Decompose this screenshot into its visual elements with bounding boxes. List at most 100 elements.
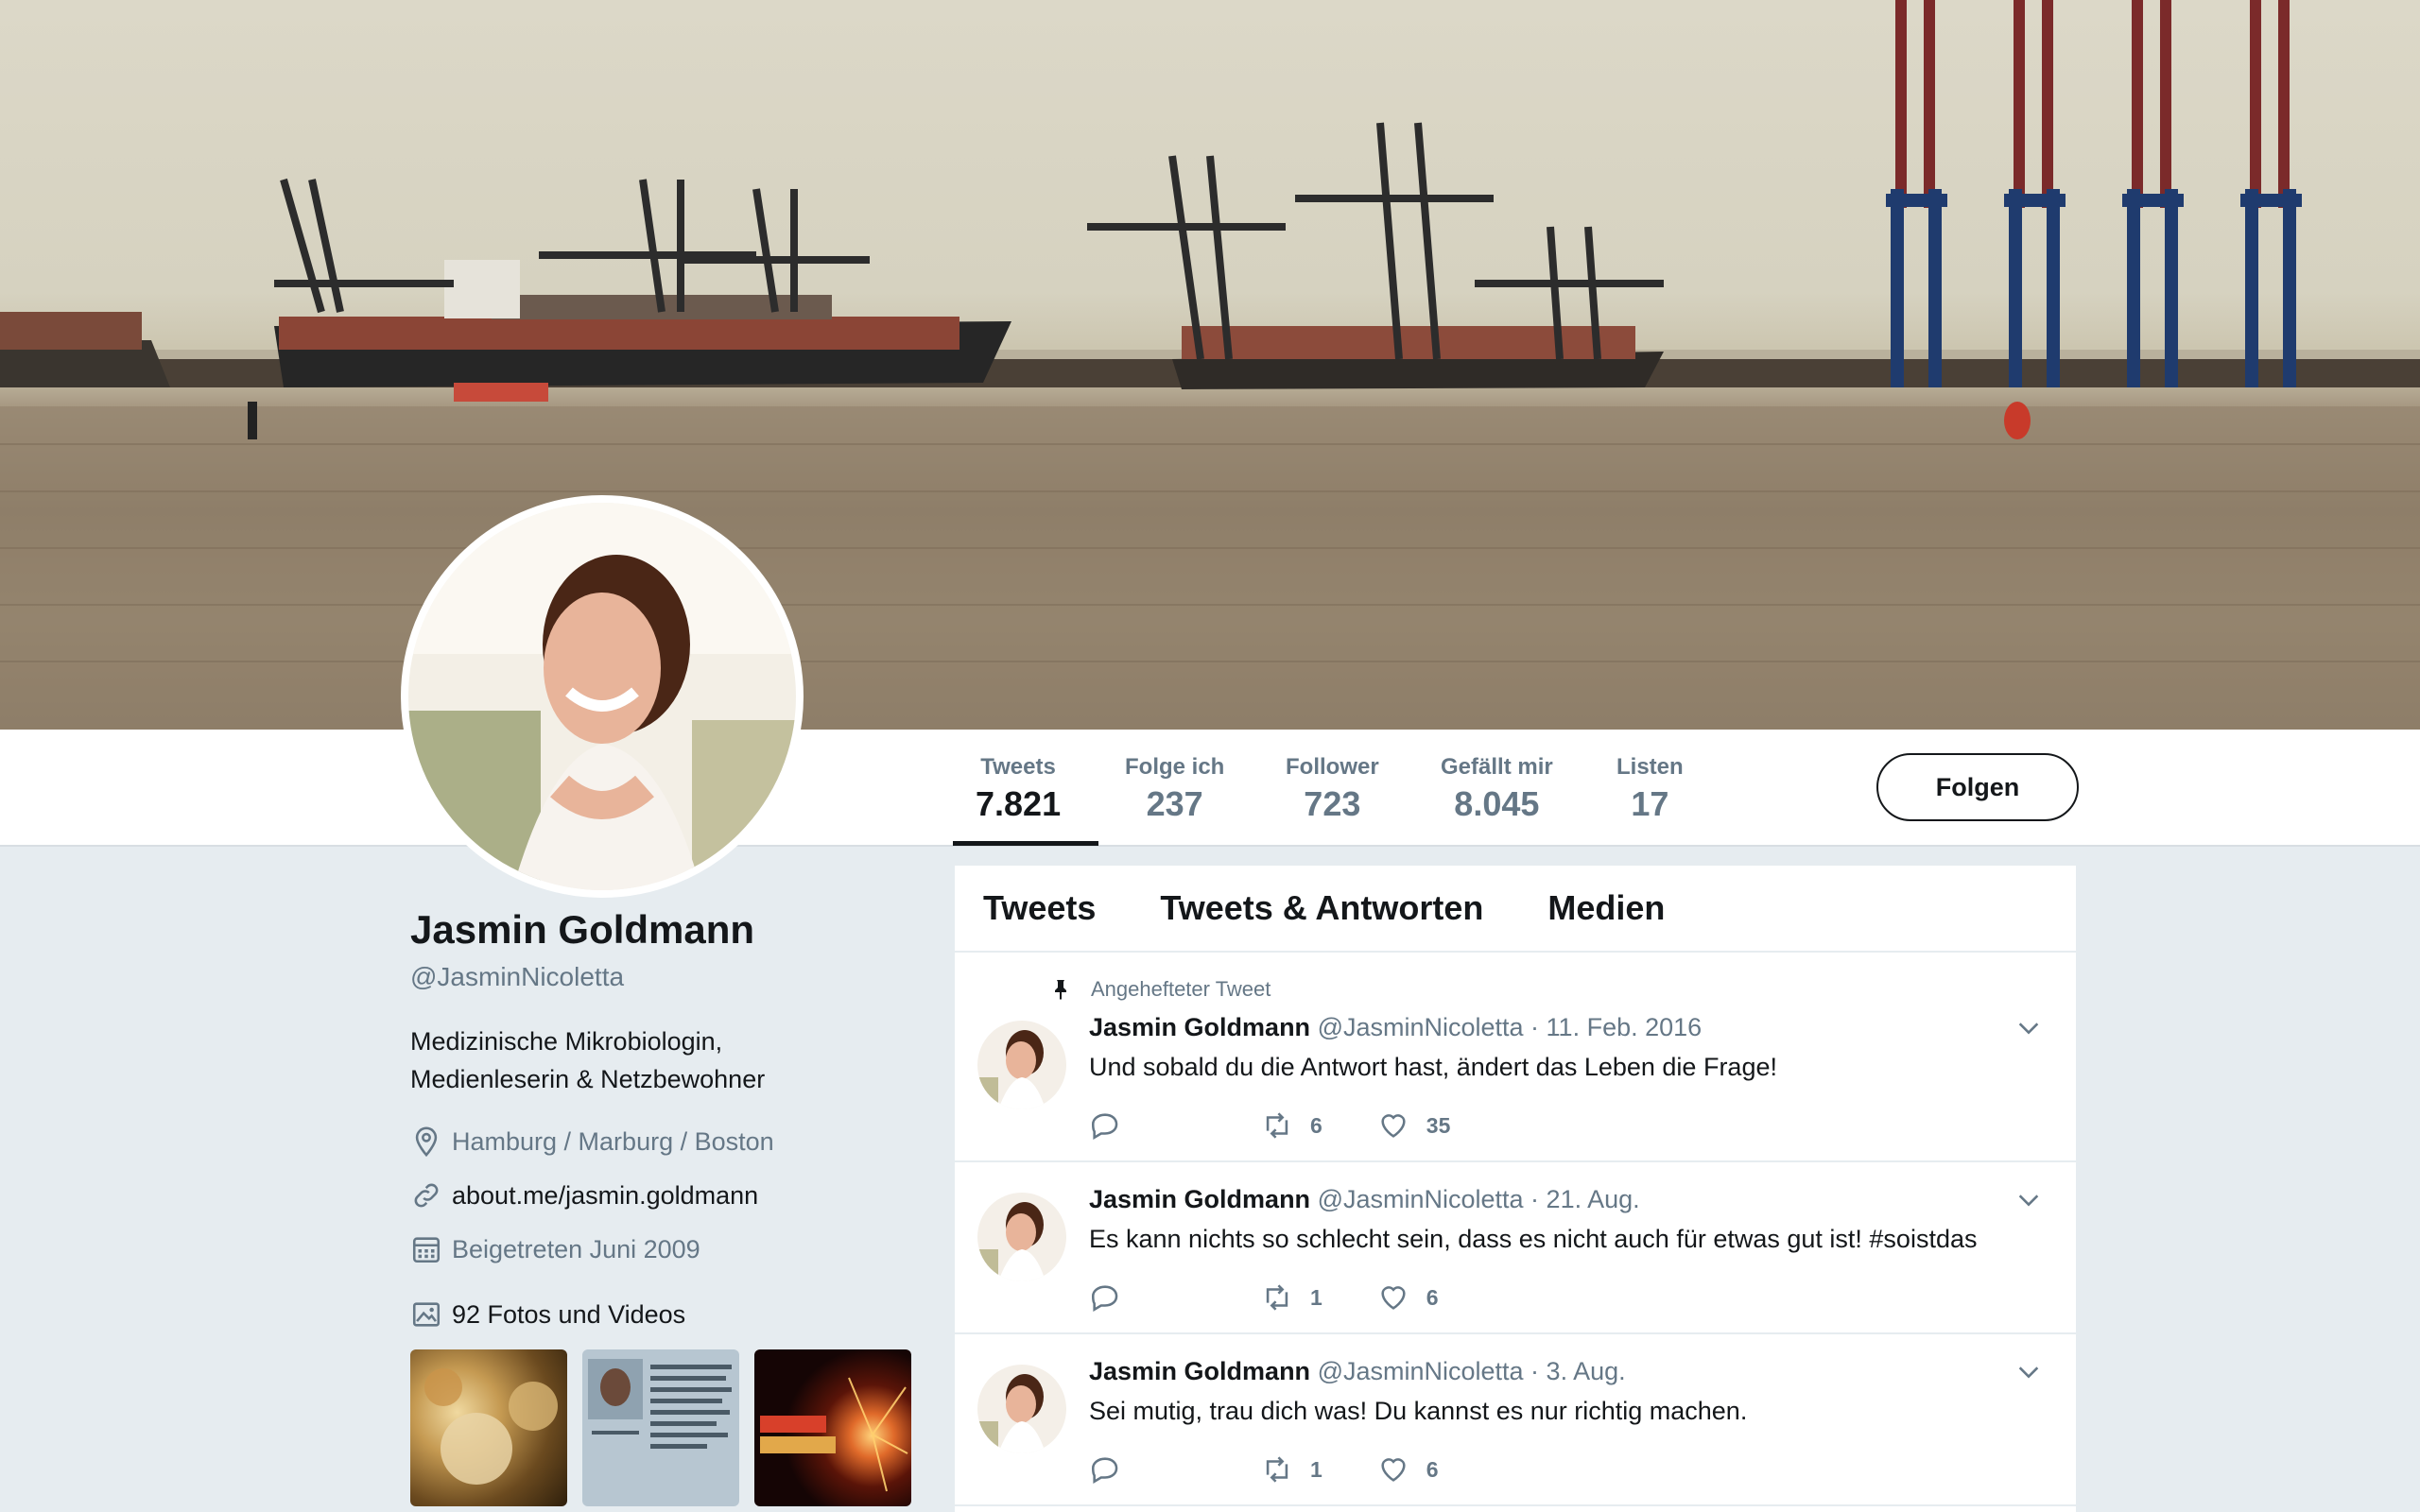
stat-label: Folge ich xyxy=(1125,754,1225,780)
media-thumbnail[interactable] xyxy=(410,1349,567,1506)
stat-lists[interactable]: Listen 17 xyxy=(1616,754,1684,824)
retweet-button[interactable]: 6 xyxy=(1261,1109,1322,1142)
tweet[interactable]: Jasmin Goldmann @JasminNicoletta · 21. A… xyxy=(955,1162,2076,1334)
tweet-avatar[interactable] xyxy=(977,1021,1066,1109)
harbor-illustration xyxy=(0,0,2420,730)
tweet-actions: 6 35 xyxy=(1089,1109,1505,1142)
retweet-button[interactable]: 1 xyxy=(1261,1453,1322,1486)
follow-button[interactable]: Folgen xyxy=(1876,753,2079,821)
heart-icon xyxy=(1381,1458,1406,1482)
stat-following[interactable]: Folge ich 237 xyxy=(1125,754,1224,824)
retweet-icon xyxy=(1266,1112,1288,1139)
tab-tweets-and-replies[interactable]: Tweets & Antworten xyxy=(1160,888,1483,928)
chevron-down-icon[interactable] xyxy=(2015,1359,2042,1385)
like-button[interactable]: 6 xyxy=(1377,1453,1439,1486)
stat-likes[interactable]: Gefällt mir 8.045 xyxy=(1441,754,1553,824)
stat-label: Follower xyxy=(1286,754,1379,780)
reply-button[interactable] xyxy=(1089,1453,1138,1486)
avatar-photo xyxy=(408,503,796,890)
stat-label: Listen xyxy=(1616,754,1684,780)
media-thumbnails xyxy=(410,1349,940,1506)
tweet-text: Es kann nichts so schlecht sein, dass es… xyxy=(1089,1225,1978,1253)
like-button[interactable]: 35 xyxy=(1377,1109,1451,1142)
tweet-header: Jasmin Goldmann @JasminNicoletta · 3. Au… xyxy=(1089,1357,1626,1386)
website-link[interactable]: about.me/jasmin.goldmann xyxy=(452,1181,758,1211)
reply-button[interactable] xyxy=(1089,1281,1138,1314)
reply-button[interactable] xyxy=(1089,1109,1138,1142)
profile-location: Hamburg / Marburg / Boston xyxy=(410,1125,940,1159)
tweet[interactable]: Jasmin Goldmann @JasminNicoletta · 3. Au… xyxy=(955,1334,2076,1506)
location-pin-icon xyxy=(415,1126,438,1158)
profile-nav: Tweets 7.821 Folge ich 237 Follower 723 … xyxy=(0,730,2420,847)
pinned-label: Angehefteter Tweet xyxy=(1091,977,1271,1001)
heart-icon xyxy=(1381,1114,1406,1138)
tweet-avatar-photo xyxy=(977,1030,1046,1109)
retweet-count: 6 xyxy=(1310,1112,1322,1138)
pin-icon xyxy=(1055,980,1066,1000)
tab-media[interactable]: Medien xyxy=(1547,888,1665,928)
tweet-author-name[interactable]: Jasmin Goldmann xyxy=(1089,1185,1310,1213)
profile-header-image xyxy=(0,0,2420,730)
profile-meta: Hamburg / Marburg / Boston about.me/jasm… xyxy=(410,1125,940,1266)
profile-avatar[interactable] xyxy=(401,495,804,898)
like-button[interactable]: 6 xyxy=(1377,1281,1439,1314)
tweet[interactable]: Angehefteter Tweet Jasmin Goldmann @Jasm… xyxy=(955,953,2076,1162)
chevron-down-icon[interactable] xyxy=(2015,1015,2042,1041)
retweet-icon xyxy=(1266,1284,1288,1311)
chevron-down-icon[interactable] xyxy=(2015,1187,2042,1213)
profile-card: Jasmin Goldmann @JasminNicoletta Medizin… xyxy=(410,907,940,1506)
bio-line: Medienleserin & Netzbewohner xyxy=(410,1065,766,1093)
stat-value: 17 xyxy=(1631,784,1669,823)
tweet-meta[interactable]: @JasminNicoletta · 11. Feb. 2016 xyxy=(1318,1013,1703,1041)
stat-followers[interactable]: Follower 723 xyxy=(1286,754,1379,824)
stat-label: Gefällt mir xyxy=(1441,754,1553,780)
joined-text: Beigetreten Juni 2009 xyxy=(452,1234,700,1263)
calendar-icon xyxy=(412,1237,441,1263)
heart-icon xyxy=(1381,1286,1406,1310)
tweet-meta[interactable]: @JasminNicoletta · 3. Aug. xyxy=(1318,1357,1626,1385)
stat-value: 723 xyxy=(1304,784,1361,823)
timeline-tabs: Tweets Tweets & Antworten Medien xyxy=(955,866,2076,953)
location-text: Hamburg / Marburg / Boston xyxy=(452,1126,774,1156)
stat-value: 8.045 xyxy=(1454,784,1540,823)
stat-label: Tweets xyxy=(980,754,1056,780)
image-icon xyxy=(412,1302,441,1327)
like-count: 35 xyxy=(1426,1112,1451,1138)
timeline: Tweets Tweets & Antworten Medien Angehef… xyxy=(955,866,2076,1512)
tweet-header: Jasmin Goldmann @JasminNicoletta · 11. F… xyxy=(1089,1013,1702,1042)
like-count: 6 xyxy=(1426,1456,1439,1482)
retweet-count: 1 xyxy=(1310,1284,1322,1310)
tweet-avatar[interactable] xyxy=(977,1193,1066,1281)
pinned-indicator: Angehefteter Tweet xyxy=(1049,977,1270,1002)
media-thumbnail[interactable] xyxy=(582,1349,739,1506)
retweet-button[interactable]: 1 xyxy=(1261,1281,1322,1314)
tweet-author-name[interactable]: Jasmin Goldmann xyxy=(1089,1013,1310,1041)
profile-handle[interactable]: @JasminNicoletta xyxy=(410,962,940,992)
birthday-card-photo xyxy=(760,1377,908,1492)
tweet-meta[interactable]: @JasminNicoletta · 21. Aug. xyxy=(1318,1185,1640,1213)
link-icon xyxy=(414,1183,439,1208)
stat-value: 7.821 xyxy=(976,784,1062,823)
tweet-avatar[interactable] xyxy=(977,1365,1066,1453)
profile-joined: Beigetreten Juni 2009 xyxy=(410,1232,940,1266)
tweet-avatar-photo xyxy=(977,1202,1046,1281)
reply-icon xyxy=(1091,1457,1118,1485)
quote-card-photo xyxy=(588,1359,732,1449)
reply-icon xyxy=(1091,1113,1118,1141)
photos-videos-link[interactable]: 92 Fotos und Videos xyxy=(410,1298,940,1331)
ornaments-photo xyxy=(424,1368,558,1485)
stat-value: 237 xyxy=(1146,784,1203,823)
reply-icon xyxy=(1091,1285,1118,1313)
media-thumbnail[interactable] xyxy=(754,1349,911,1506)
profile-name[interactable]: Jasmin Goldmann xyxy=(410,907,940,953)
tab-tweets[interactable]: Tweets xyxy=(983,888,1096,928)
tweet-text: Sei mutig, trau dich was! Du kannst es n… xyxy=(1089,1397,1748,1425)
profile-website[interactable]: about.me/jasmin.goldmann xyxy=(410,1178,940,1212)
tweet-actions: 1 6 xyxy=(1089,1453,1494,1486)
stat-tweets[interactable]: Tweets 7.821 xyxy=(976,754,1061,824)
profile-bio: Medizinische Mikrobiologin, Medienleseri… xyxy=(410,1022,940,1098)
tweet-actions: 1 6 xyxy=(1089,1281,1494,1314)
tweet-author-name[interactable]: Jasmin Goldmann xyxy=(1089,1357,1310,1385)
active-stat-indicator xyxy=(953,841,1098,846)
tweet-avatar-photo xyxy=(977,1374,1046,1453)
